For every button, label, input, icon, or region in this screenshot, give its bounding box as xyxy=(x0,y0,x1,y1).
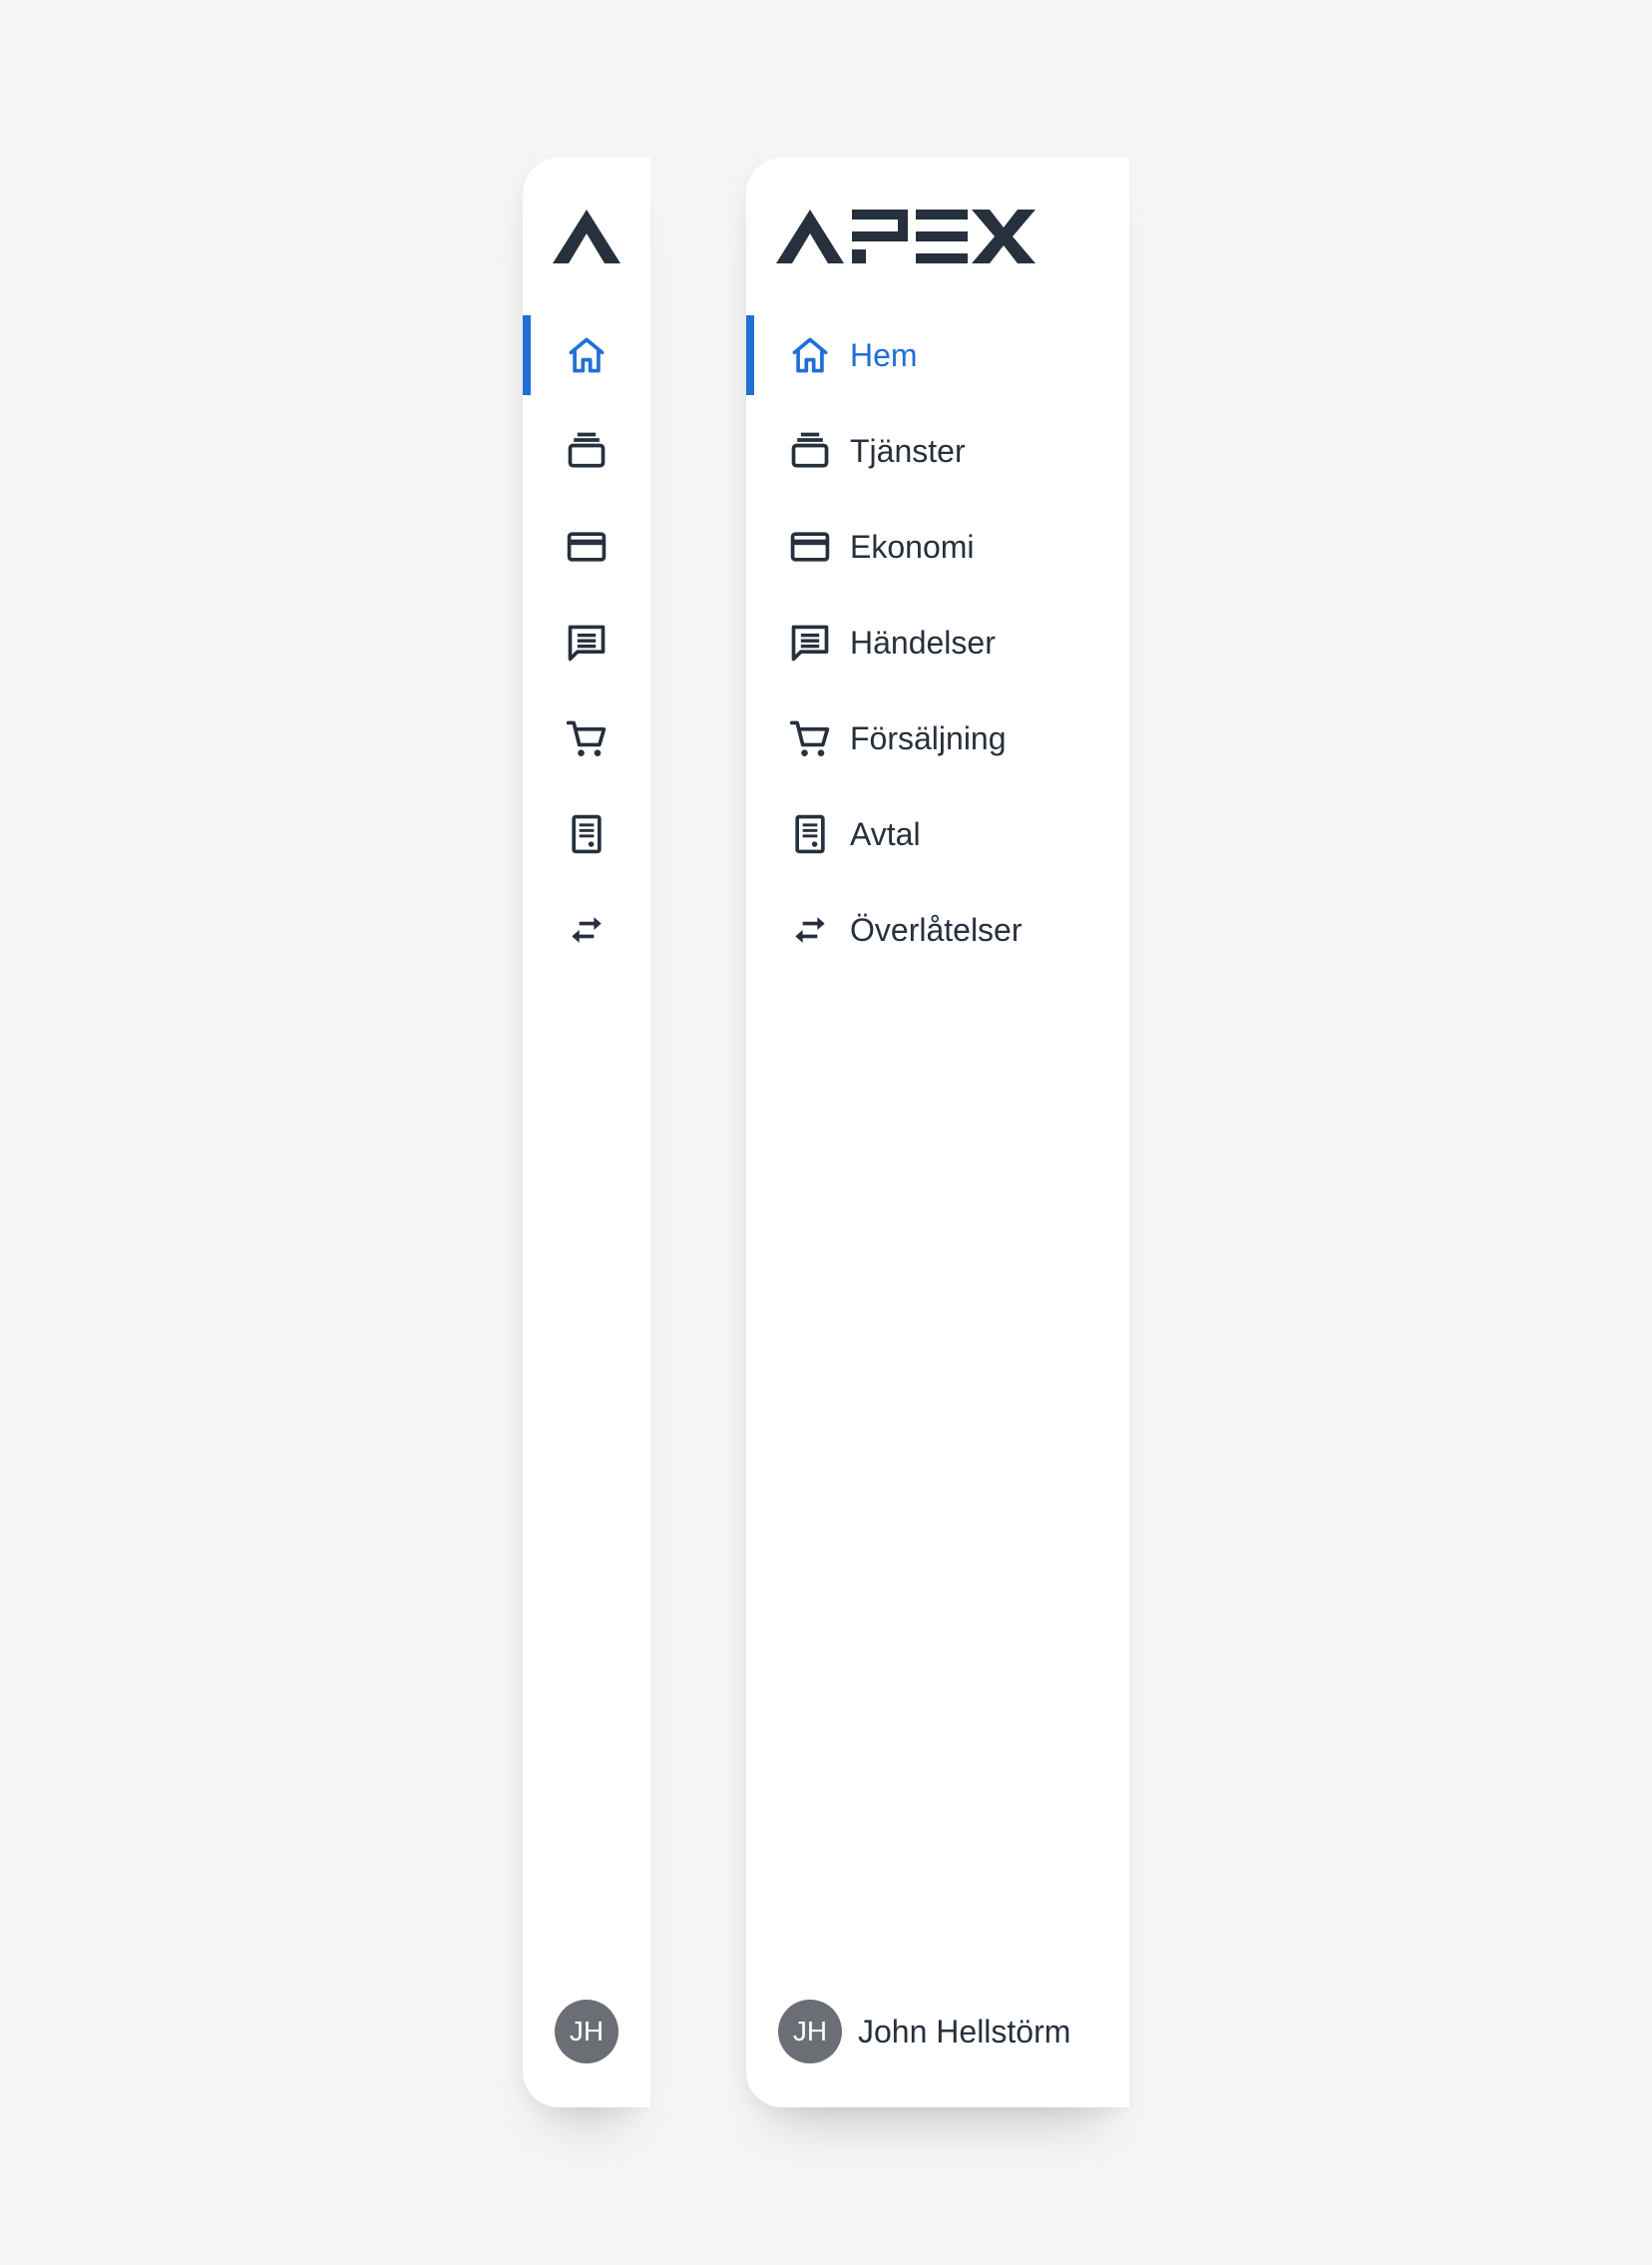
shopping-cart-icon xyxy=(788,716,832,760)
credit-card-icon xyxy=(565,525,609,569)
apex-logo[interactable] xyxy=(776,210,1035,263)
sidebar-item-ekonomi[interactable] xyxy=(523,507,650,587)
sidebar-item-avtal[interactable] xyxy=(523,794,650,874)
sidebar-item-hem[interactable]: Hem xyxy=(746,315,1129,395)
sidebar-item-label: Hem xyxy=(850,336,918,373)
message-icon xyxy=(565,621,609,665)
sidebar-item-label: Försäljning xyxy=(850,719,1007,756)
sidebar-item-hem[interactable] xyxy=(523,315,650,395)
sidebar-item-label: Tjänster xyxy=(850,432,966,469)
sidebar-item-handelser[interactable]: Händelser xyxy=(746,603,1129,682)
sidebar-item-label: Ekonomi xyxy=(850,528,975,565)
sidebar-item-overlatelser[interactable] xyxy=(523,890,650,970)
message-icon xyxy=(788,621,832,665)
sidebar-item-ekonomi[interactable]: Ekonomi xyxy=(746,507,1129,587)
sidebar-item-tjanster[interactable]: Tjänster xyxy=(746,411,1129,491)
sidebar-item-forsaljning[interactable] xyxy=(523,698,650,778)
sidebar-item-tjanster[interactable] xyxy=(523,411,650,491)
sidebar-nav-collapsed xyxy=(523,315,650,986)
services-stack-icon xyxy=(565,429,609,473)
shopping-cart-icon xyxy=(565,716,609,760)
avatar: JH xyxy=(778,2000,842,2063)
apex-logo-mark[interactable] xyxy=(553,210,620,263)
user-profile-collapsed[interactable]: JH xyxy=(523,2000,650,2063)
user-profile-expanded[interactable]: JH John Hellstörm xyxy=(746,2000,1129,2063)
sidebar-item-label: Överlåtelser xyxy=(850,911,1023,948)
services-stack-icon xyxy=(788,429,832,473)
avatar: JH xyxy=(555,2000,619,2063)
user-name: John Hellstörm xyxy=(858,2013,1071,2049)
sidebar-item-avtal[interactable]: Avtal xyxy=(746,794,1129,874)
home-icon xyxy=(788,333,832,377)
sidebar-collapsed: JH xyxy=(523,158,650,2107)
sidebar-item-forsaljning[interactable]: Försäljning xyxy=(746,698,1129,778)
apex-a-icon xyxy=(553,210,620,263)
home-icon xyxy=(565,333,609,377)
sidebar-item-overlatelser[interactable]: Överlåtelser xyxy=(746,890,1129,970)
transfer-arrows-icon xyxy=(565,908,609,952)
credit-card-icon xyxy=(788,525,832,569)
sidebar-item-label: Händelser xyxy=(850,624,996,661)
apex-wordmark-icon xyxy=(776,210,1035,263)
sidebar-expanded: Hem Tjänster Ekonomi Händelser Försäljni… xyxy=(746,158,1129,2107)
sidebar-item-handelser[interactable] xyxy=(523,603,650,682)
sidebar-item-label: Avtal xyxy=(850,815,921,852)
sidebar-nav-expanded: Hem Tjänster Ekonomi Händelser Försäljni… xyxy=(746,315,1129,986)
transfer-arrows-icon xyxy=(788,908,832,952)
stage: JH Hem Tjänster Ekonomi Händelser Försäl… xyxy=(0,0,1652,2265)
document-icon xyxy=(788,812,832,856)
document-icon xyxy=(565,812,609,856)
